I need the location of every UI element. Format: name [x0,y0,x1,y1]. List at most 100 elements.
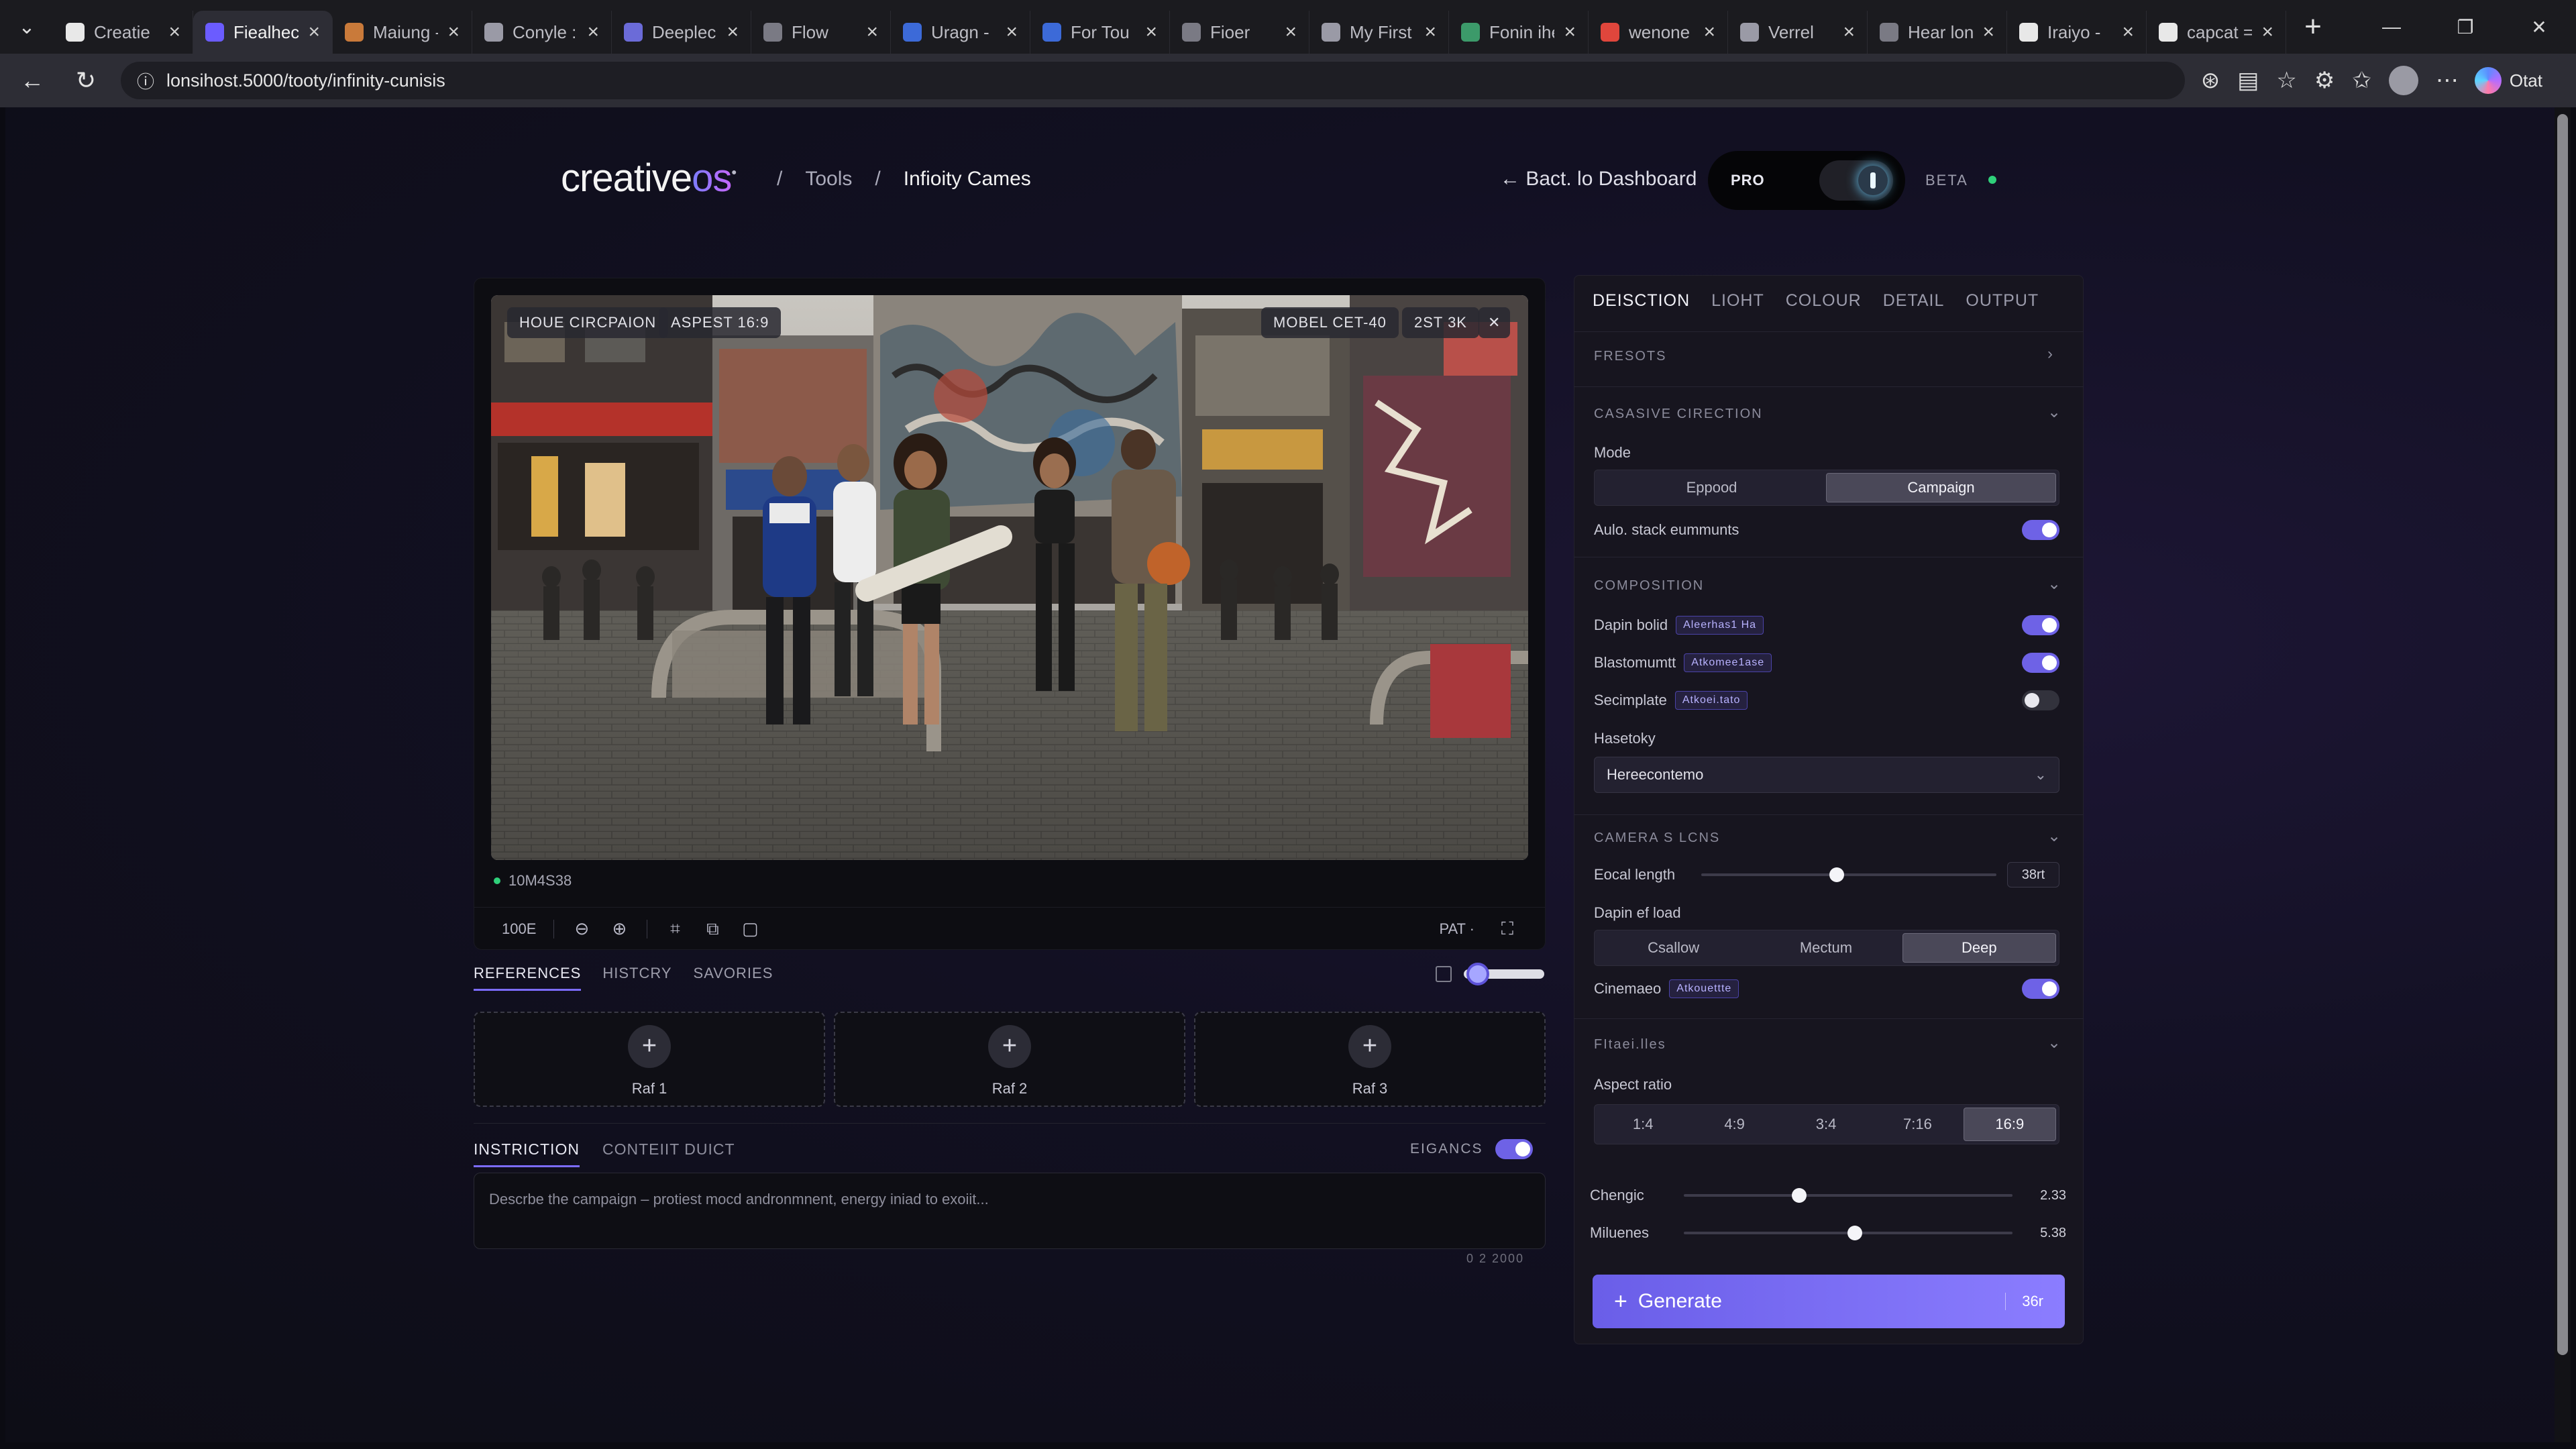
tab-instruction[interactable]: INSTRICTION [474,1140,580,1167]
close-tab-icon[interactable]: × [1843,21,1855,44]
close-tab-icon[interactable]: × [866,21,878,44]
extensions-icon[interactable]: ⚙ [2314,67,2334,94]
browser-tab[interactable]: Uragn - × [891,11,1030,54]
close-tab-icon[interactable]: × [727,21,739,44]
ratio-option[interactable]: 1:4 [1597,1108,1688,1141]
scrollbar-thumb[interactable] [2557,114,2568,1355]
tab-history[interactable]: HISTCRY [602,965,672,991]
tab-colour[interactable]: COLOUR [1786,291,1862,311]
slider-handle[interactable] [1792,1188,1807,1203]
browser-tab[interactable]: My First × [1309,11,1449,54]
output-slider[interactable] [1684,1188,2012,1203]
close-tab-icon[interactable]: × [168,21,180,44]
new-tab-plus-icon[interactable]: + [2286,10,2340,44]
ratio-option[interactable]: 7:16 [1872,1108,1963,1141]
instruction-textarea[interactable]: Descrbe the campaign – protiest mocd and… [474,1173,1546,1249]
close-tab-icon[interactable]: × [1982,21,1994,44]
reference-slot[interactable]: + Raf 1 [474,1012,825,1107]
ratio-option-selected[interactable]: 16:9 [1963,1108,2057,1141]
tab-favorites[interactable]: SAVORIES [694,965,773,991]
tab-detail[interactable]: DETAIL [1883,291,1945,311]
enhance-toggle[interactable] [1495,1139,1533,1159]
page-scrollbar[interactable] [2555,107,2571,1442]
chevron-down-icon[interactable]: ⌄ [2047,826,2061,846]
composition-row-toggle[interactable] [2022,690,2059,710]
fit-dropdown[interactable]: PAT · [1439,920,1474,938]
close-tab-icon[interactable]: × [1285,21,1297,44]
frame-icon[interactable]: ▢ [740,918,760,939]
browser-tab[interactable]: Conyle : × [472,11,612,54]
grid-view-icon[interactable] [1436,966,1452,982]
browser-tab[interactable]: Creatie × [54,11,193,54]
app-logo[interactable]: creativeos• [561,156,737,201]
composition-row-toggle[interactable] [2022,615,2059,635]
browser-tab[interactable]: For Tou : × [1030,11,1170,54]
breadcrumb-tools[interactable]: Tools [805,168,852,191]
tab-list-chevron-icon[interactable]: ⌄ [0,0,54,54]
zoom-level[interactable]: 100E [502,920,536,938]
close-tab-icon[interactable]: × [587,21,599,44]
minimize-icon[interactable]: — [2355,16,2428,38]
close-tab-icon[interactable]: × [2122,21,2134,44]
mode-option-editorial[interactable]: Eppood [1597,473,1826,502]
tab-content-direct[interactable]: CONTEIIT DUICT [602,1140,735,1167]
close-tab-icon[interactable]: × [1145,21,1157,44]
close-tab-icon[interactable]: × [447,21,460,44]
output-slider[interactable] [1684,1226,2012,1240]
url-field[interactable]: ⓘ lonsihost.5000/tooty/infinity-cunisis [121,62,2185,99]
close-chip-icon[interactable]: ✕ [1479,307,1511,338]
zoom-out-icon[interactable]: ⊖ [572,918,592,939]
focal-length-slider[interactable] [1701,867,1996,882]
reload-icon[interactable]: ↻ [67,62,105,99]
translate-icon[interactable]: ⊛ [2201,67,2220,94]
browser-tab[interactable]: wenone × [1589,11,1728,54]
generate-button[interactable]: + Generate 36r [1593,1275,2065,1328]
add-reference-plus-icon[interactable]: + [988,1025,1031,1068]
close-tab-icon[interactable]: × [1564,21,1576,44]
zoom-in-icon[interactable]: ⊕ [609,918,629,939]
slider-handle[interactable] [1829,867,1844,882]
fullscreen-icon[interactable]: ⛶ [1497,918,1517,939]
collections-icon[interactable]: ✩ [2352,67,2371,94]
thumbnail-size-slider[interactable] [1464,963,1544,985]
ratio-option[interactable]: 4:9 [1688,1108,1780,1141]
reference-slot[interactable]: + Raf 2 [834,1012,1185,1107]
add-reference-plus-icon[interactable]: + [1348,1025,1391,1068]
close-tab-icon[interactable]: × [1703,21,1715,44]
maximize-icon[interactable]: ❐ [2428,16,2502,38]
focal-length-value[interactable]: 38rt [2007,862,2059,888]
crop-icon[interactable]: ⌗ [665,918,685,939]
slider-handle[interactable] [1466,963,1489,985]
composition-row-toggle[interactable] [2022,653,2059,673]
ratio-option[interactable]: 3:4 [1780,1108,1872,1141]
browser-tab[interactable]: Iraiyo - × [2007,11,2147,54]
cinematic-toggle[interactable] [2022,979,2059,999]
browser-tab[interactable]: Verrel × [1728,11,1868,54]
close-tab-icon[interactable]: × [2261,21,2273,44]
chevron-down-icon[interactable]: ⌄ [2047,1033,2061,1053]
tab-direction[interactable]: DEISCTION [1593,291,1690,311]
browser-tab[interactable]: Deeplec × [612,11,751,54]
close-tab-icon[interactable]: × [1424,21,1436,44]
tab-output[interactable]: OUTPUT [1966,291,2039,311]
chevron-down-icon[interactable]: ⌄ [2047,402,2061,422]
back-arrow-icon[interactable]: ← [13,62,51,99]
browser-tab[interactable]: capcat = × [2147,11,2286,54]
browser-tab[interactable]: Fioer × [1170,11,1309,54]
favorite-star-icon[interactable]: ☆ [2276,67,2296,94]
tab-light[interactable]: LIOHT [1711,291,1764,311]
pro-mode-toggle[interactable]: PRO [1708,151,1905,210]
copy-icon[interactable]: ⧉ [702,918,722,939]
dof-option-deep[interactable]: Deep [1902,933,2056,963]
mode-option-campaign[interactable]: Campaign [1826,473,2056,502]
presets-row[interactable]: FRESOTS [1594,349,1666,364]
close-tab-icon[interactable]: × [1006,21,1018,44]
slider-handle[interactable] [1847,1226,1862,1240]
generated-image[interactable] [491,295,1528,860]
back-to-dashboard-link[interactable]: ← Bact. lo Dashboard [1500,168,1697,191]
chevron-down-icon[interactable]: ⌄ [2047,574,2061,594]
browser-tab[interactable]: Flow × [751,11,891,54]
auto-stack-toggle[interactable] [2022,520,2059,540]
reference-slot[interactable]: + Raf 3 [1194,1012,1546,1107]
browser-tab[interactable]: Maiung - × [333,11,472,54]
